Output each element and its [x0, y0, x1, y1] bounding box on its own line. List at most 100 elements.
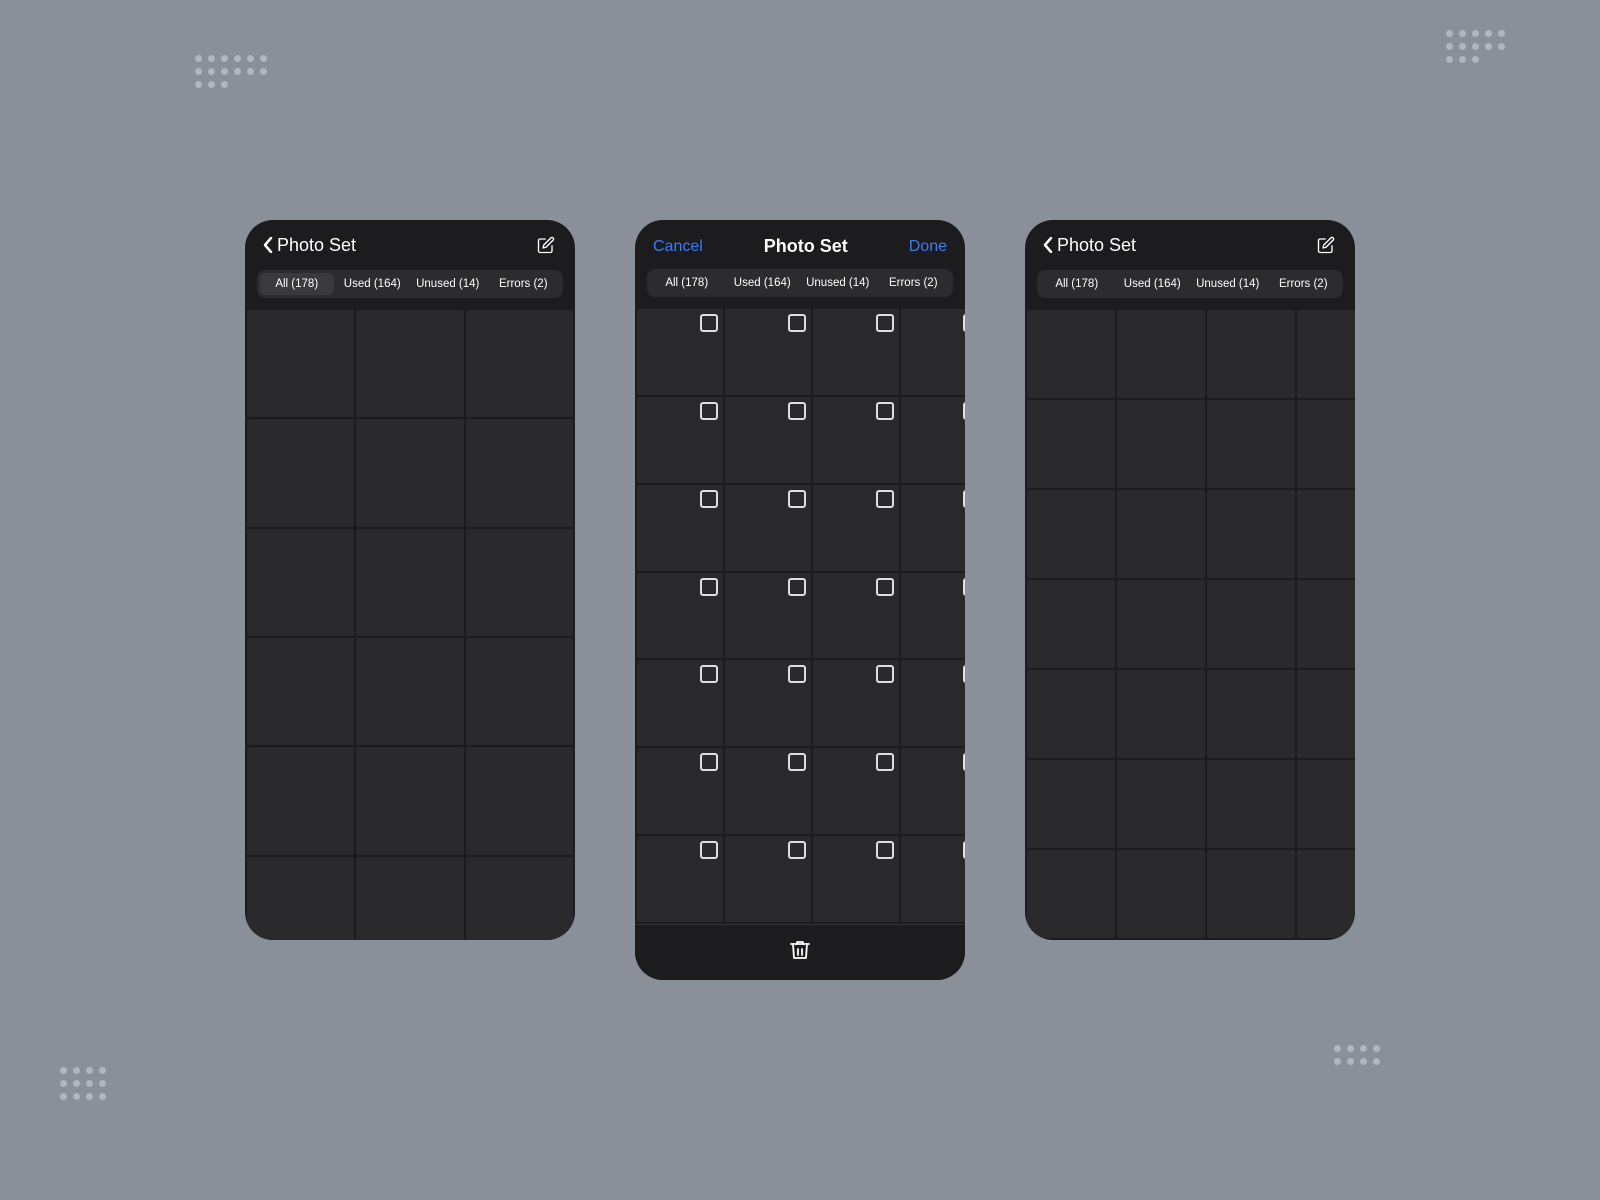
photo-cell[interactable] [725, 748, 811, 834]
left-edit-icon[interactable] [535, 234, 557, 256]
photo-cell[interactable] [901, 660, 965, 746]
right-edit-icon[interactable] [1315, 234, 1337, 256]
left-tab-used[interactable]: Used (164) [336, 273, 410, 295]
checkbox[interactable] [876, 490, 894, 508]
done-button[interactable]: Done [909, 238, 947, 256]
checkbox[interactable] [963, 402, 965, 420]
checkbox[interactable] [963, 314, 965, 332]
right-back-button[interactable]: Photo Set [1043, 235, 1136, 256]
checkbox[interactable] [963, 578, 965, 596]
photo-cell[interactable] [637, 573, 723, 659]
photo-cell[interactable] [247, 529, 354, 636]
cancel-button[interactable]: Cancel [653, 238, 703, 256]
photo-cell[interactable] [247, 419, 354, 526]
photo-cell[interactable] [725, 660, 811, 746]
photo-cell[interactable] [466, 419, 573, 526]
photo-cell[interactable] [637, 485, 723, 571]
photo-cell[interactable] [466, 310, 573, 417]
photo-cell[interactable] [356, 747, 463, 854]
photo-cell[interactable] [1027, 670, 1115, 758]
checkbox[interactable] [700, 665, 718, 683]
photo-cell[interactable] [725, 397, 811, 483]
photo-cell[interactable] [1117, 400, 1205, 488]
photo-cell[interactable] [1027, 400, 1115, 488]
photo-cell[interactable] [247, 310, 354, 417]
left-tab-errors[interactable]: Errors (2) [487, 273, 561, 295]
photo-cell[interactable] [1117, 670, 1205, 758]
photo-cell[interactable] [466, 857, 573, 940]
photo-cell[interactable] [1027, 760, 1115, 848]
right-tab-all[interactable]: All (178) [1040, 273, 1114, 295]
photo-cell[interactable] [813, 309, 899, 395]
photo-cell[interactable] [1297, 490, 1355, 578]
photo-cell[interactable] [725, 485, 811, 571]
center-tab-all[interactable]: All (178) [650, 272, 724, 294]
photo-cell[interactable] [356, 310, 463, 417]
photo-cell[interactable] [901, 748, 965, 834]
photo-cell[interactable] [813, 397, 899, 483]
checkbox[interactable] [963, 753, 965, 771]
photo-cell[interactable] [1207, 670, 1295, 758]
photo-cell[interactable] [637, 309, 723, 395]
photo-cell[interactable] [247, 638, 354, 745]
checkbox[interactable] [700, 314, 718, 332]
photo-cell[interactable] [1207, 400, 1295, 488]
checkbox[interactable] [876, 841, 894, 859]
photo-cell[interactable] [1207, 310, 1295, 398]
checkbox[interactable] [963, 665, 965, 683]
photo-cell[interactable] [1117, 850, 1205, 938]
photo-cell[interactable] [1027, 490, 1115, 578]
photo-cell[interactable] [637, 397, 723, 483]
checkbox[interactable] [963, 490, 965, 508]
delete-button[interactable] [788, 938, 812, 967]
photo-cell[interactable] [466, 529, 573, 636]
photo-cell[interactable] [901, 573, 965, 659]
photo-cell[interactable] [1117, 580, 1205, 668]
photo-cell[interactable] [356, 857, 463, 940]
photo-cell[interactable] [1117, 310, 1205, 398]
photo-cell[interactable] [1027, 850, 1115, 938]
photo-cell[interactable] [901, 836, 965, 922]
photo-cell[interactable] [1027, 580, 1115, 668]
photo-cell[interactable] [637, 748, 723, 834]
checkbox[interactable] [700, 841, 718, 859]
photo-cell[interactable] [1207, 850, 1295, 938]
photo-cell[interactable] [637, 660, 723, 746]
photo-cell[interactable] [356, 529, 463, 636]
photo-cell[interactable] [1297, 310, 1355, 398]
photo-cell[interactable] [1027, 310, 1115, 398]
photo-cell[interactable] [356, 419, 463, 526]
center-tab-errors[interactable]: Errors (2) [877, 272, 951, 294]
photo-cell[interactable] [1297, 670, 1355, 758]
checkbox[interactable] [963, 841, 965, 859]
checkbox[interactable] [876, 402, 894, 420]
checkbox[interactable] [788, 578, 806, 596]
checkbox[interactable] [788, 841, 806, 859]
photo-cell[interactable] [466, 747, 573, 854]
checkbox[interactable] [788, 314, 806, 332]
center-tab-unused[interactable]: Unused (14) [801, 272, 875, 294]
left-back-button[interactable]: Photo Set [263, 235, 356, 256]
photo-cell[interactable] [901, 485, 965, 571]
photo-cell[interactable] [725, 309, 811, 395]
photo-cell[interactable] [356, 638, 463, 745]
left-tab-all[interactable]: All (178) [260, 273, 334, 295]
center-tab-used[interactable]: Used (164) [726, 272, 800, 294]
checkbox[interactable] [876, 753, 894, 771]
photo-cell[interactable] [901, 397, 965, 483]
photo-cell[interactable] [813, 836, 899, 922]
right-tab-unused[interactable]: Unused (14) [1191, 273, 1265, 295]
photo-cell[interactable] [813, 573, 899, 659]
photo-cell[interactable] [1297, 580, 1355, 668]
photo-cell[interactable] [725, 573, 811, 659]
left-tab-unused[interactable]: Unused (14) [411, 273, 485, 295]
photo-cell[interactable] [725, 836, 811, 922]
photo-cell[interactable] [1117, 760, 1205, 848]
photo-cell[interactable] [813, 748, 899, 834]
right-tab-used[interactable]: Used (164) [1116, 273, 1190, 295]
checkbox[interactable] [700, 753, 718, 771]
checkbox[interactable] [700, 402, 718, 420]
photo-cell[interactable] [637, 836, 723, 922]
checkbox[interactable] [788, 665, 806, 683]
photo-cell[interactable] [466, 638, 573, 745]
